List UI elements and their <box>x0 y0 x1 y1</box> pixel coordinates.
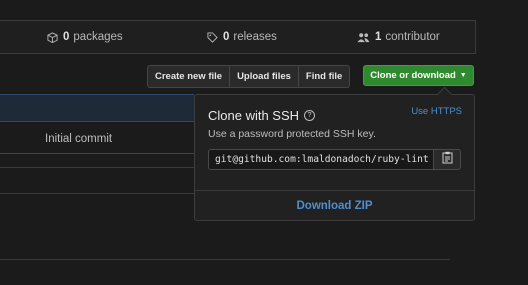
contributors-label: contributor <box>385 31 440 43</box>
use-https-link[interactable]: Use HTTPS <box>411 106 462 117</box>
find-file-button[interactable]: Find file <box>297 65 351 88</box>
download-zip-link[interactable]: Download ZIP <box>195 200 474 212</box>
tag-icon <box>207 31 218 43</box>
help-icon[interactable]: ? <box>304 110 316 121</box>
contributors-stat[interactable]: 1 contributor <box>357 21 440 53</box>
packages-count: 0 <box>63 31 70 43</box>
upload-files-button[interactable]: Upload files <box>229 65 299 88</box>
package-icon <box>47 31 58 43</box>
people-icon <box>357 32 370 43</box>
commit-message[interactable]: Initial commit <box>45 133 112 145</box>
create-new-file-button[interactable]: Create new file <box>147 65 231 88</box>
repo-stats-bar: 0 packages 0 releases 1 contributor <box>0 20 476 54</box>
content-divider <box>0 259 450 260</box>
clone-title-text: Clone with SSH <box>208 108 300 123</box>
releases-stat[interactable]: 0 releases <box>207 21 277 53</box>
releases-count: 0 <box>223 31 230 43</box>
copy-to-clipboard-button[interactable] <box>433 149 461 170</box>
clipboard-icon <box>442 151 453 169</box>
contributors-count: 1 <box>375 31 382 43</box>
clone-or-download-button[interactable]: Clone or download ▼ <box>363 65 474 86</box>
file-row-divider <box>0 193 194 194</box>
latest-commit-bar <box>0 94 194 122</box>
popup-arrow <box>436 86 453 103</box>
file-actions-group: Create new file Upload files Find file <box>147 65 351 88</box>
file-row-divider <box>0 153 194 154</box>
clone-description: Use a password protected SSH key. <box>208 128 376 140</box>
clone-popup: Clone with SSH ? Use HTTPS Use a passwor… <box>194 86 475 221</box>
releases-label: releases <box>233 31 277 43</box>
clone-popup-title: Clone with SSH ? <box>208 108 316 123</box>
file-row-divider <box>0 167 194 168</box>
packages-stat[interactable]: 0 packages <box>47 21 123 53</box>
packages-label: packages <box>73 31 123 43</box>
clone-or-download-label: Clone or download <box>370 70 456 81</box>
caret-down-icon: ▼ <box>459 72 467 79</box>
clone-url-input[interactable]: git@github.com:lmaldonadoch/ruby-lint <box>208 149 434 170</box>
popup-divider <box>195 190 474 191</box>
